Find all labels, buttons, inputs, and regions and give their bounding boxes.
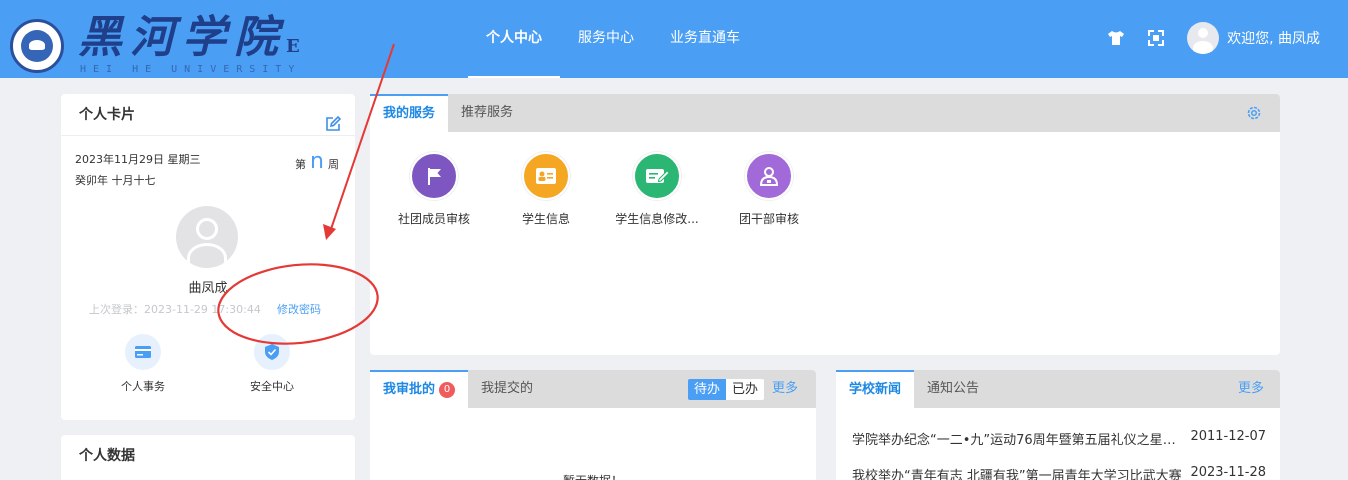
profile-card-title: 个人卡片 bbox=[79, 107, 135, 123]
top-header: 黑河学院E HEI HE UNIVERSITY 个人中心 服务中心 业务直通车 … bbox=[0, 0, 1348, 78]
flag-icon bbox=[410, 152, 458, 200]
change-password-link[interactable]: 修改密码 bbox=[277, 301, 321, 317]
personal-data-title: 个人数据 bbox=[79, 448, 135, 464]
student-card-icon bbox=[522, 152, 570, 200]
quick-link-security-center[interactable]: 安全中心 bbox=[237, 334, 307, 394]
quick-link-personal-affairs[interactable]: 个人事务 bbox=[108, 334, 178, 394]
news-panel: 学校新闻 通知公告 更多 学院举办纪念“一二•九”运动76周年暨第五届礼仪之星风… bbox=[836, 370, 1280, 480]
week-number: n bbox=[310, 149, 324, 174]
shield-icon bbox=[254, 334, 290, 370]
logo-wordmark: 黑河学院E bbox=[78, 12, 300, 63]
edit-icon[interactable] bbox=[325, 107, 342, 131]
segment-todo[interactable]: 待办 bbox=[687, 379, 726, 400]
service-student-info[interactable]: 学生信息 bbox=[482, 152, 610, 227]
id-card-icon bbox=[125, 334, 161, 370]
tab-my-approvals[interactable]: 我审批的 0 bbox=[370, 370, 469, 408]
welcome-text[interactable]: 欢迎您, 曲凤成 bbox=[1227, 28, 1320, 48]
approval-panel: 我审批的0 我提交的 待办 已办 更多 暂无数据！ bbox=[370, 370, 816, 480]
week-indicator: 第 n 周 bbox=[295, 149, 339, 174]
nav-personal-center[interactable]: 个人中心 bbox=[468, 0, 560, 78]
todo-done-toggle: 待办 已办 bbox=[687, 379, 764, 400]
news-more-link[interactable]: 更多 bbox=[1238, 370, 1264, 408]
service-club-member-review[interactable]: 社团成员审核 bbox=[370, 152, 498, 227]
news-item[interactable]: 学院举办纪念“一二•九”运动76周年暨第五届礼仪之星风... 2011-12-0… bbox=[852, 429, 1266, 448]
tab-announcements[interactable]: 通知公告 bbox=[914, 370, 992, 408]
service-tabs: 我的服务 推荐服务 bbox=[370, 94, 1280, 132]
approval-tabs: 我审批的 0 我提交的 待办 已办 更多 bbox=[370, 370, 816, 408]
service-league-cadre-review[interactable]: 团干部审核 bbox=[705, 152, 833, 227]
news-item[interactable]: 我校举办“青年有志 北疆有我”第一届青年大学习比武大赛 2023-11-28 bbox=[852, 465, 1266, 480]
tab-my-submissions[interactable]: 我提交的 bbox=[468, 370, 546, 408]
tab-school-news[interactable]: 学校新闻 bbox=[836, 370, 915, 408]
profile-card: 个人卡片 2023年11月29日 星期三 癸卯年 十月十七 第 n 周 曲凤成 … bbox=[61, 94, 355, 420]
logo-subtitle: HEI HE UNIVERSITY bbox=[80, 64, 302, 75]
lunar-date: 癸卯年 十月十七 bbox=[75, 174, 156, 187]
news-date: 2011-12-07 bbox=[1190, 429, 1266, 444]
user-name: 曲凤成 bbox=[188, 281, 228, 296]
nav-service-center[interactable]: 服务中心 bbox=[560, 0, 652, 78]
approval-more-link[interactable]: 更多 bbox=[772, 370, 798, 408]
tshirt-icon[interactable] bbox=[1107, 29, 1125, 47]
fullscreen-icon[interactable] bbox=[1147, 29, 1165, 47]
current-date: 2023年11月29日 星期三 bbox=[75, 153, 201, 166]
main-nav: 个人中心 服务中心 业务直通车 bbox=[468, 0, 758, 78]
tab-recommended-services[interactable]: 推荐服务 bbox=[448, 94, 526, 132]
personal-data-card: 个人数据 bbox=[61, 435, 355, 480]
profile-avatar-icon bbox=[176, 206, 238, 268]
header-user-area: 欢迎您, 曲凤成 bbox=[1107, 20, 1320, 56]
person-badge-icon bbox=[745, 152, 793, 200]
news-date: 2023-11-28 bbox=[1190, 465, 1266, 480]
tab-my-services[interactable]: 我的服务 bbox=[370, 94, 449, 132]
profile-card-header: 个人卡片 bbox=[61, 94, 355, 136]
gear-icon[interactable] bbox=[1245, 104, 1263, 122]
empty-state-text: 暂无数据！ bbox=[370, 472, 816, 480]
service-student-info-edit[interactable]: 学生信息修改... bbox=[593, 152, 721, 227]
edit-card-icon bbox=[633, 152, 681, 200]
user-avatar-icon[interactable] bbox=[1187, 22, 1220, 54]
segment-done[interactable]: 已办 bbox=[725, 379, 764, 400]
last-login-text: 上次登录：2023-11-29 17:30:44 bbox=[89, 303, 261, 316]
service-panel: 我的服务 推荐服务 社团成员审核 学生信息 学生信息修改... 团干部审核 bbox=[370, 94, 1280, 355]
news-tabs: 学校新闻 通知公告 更多 bbox=[836, 370, 1280, 408]
approval-count-badge: 0 bbox=[439, 382, 456, 398]
nav-business-express[interactable]: 业务直通车 bbox=[652, 0, 758, 78]
university-emblem-icon bbox=[10, 19, 64, 73]
